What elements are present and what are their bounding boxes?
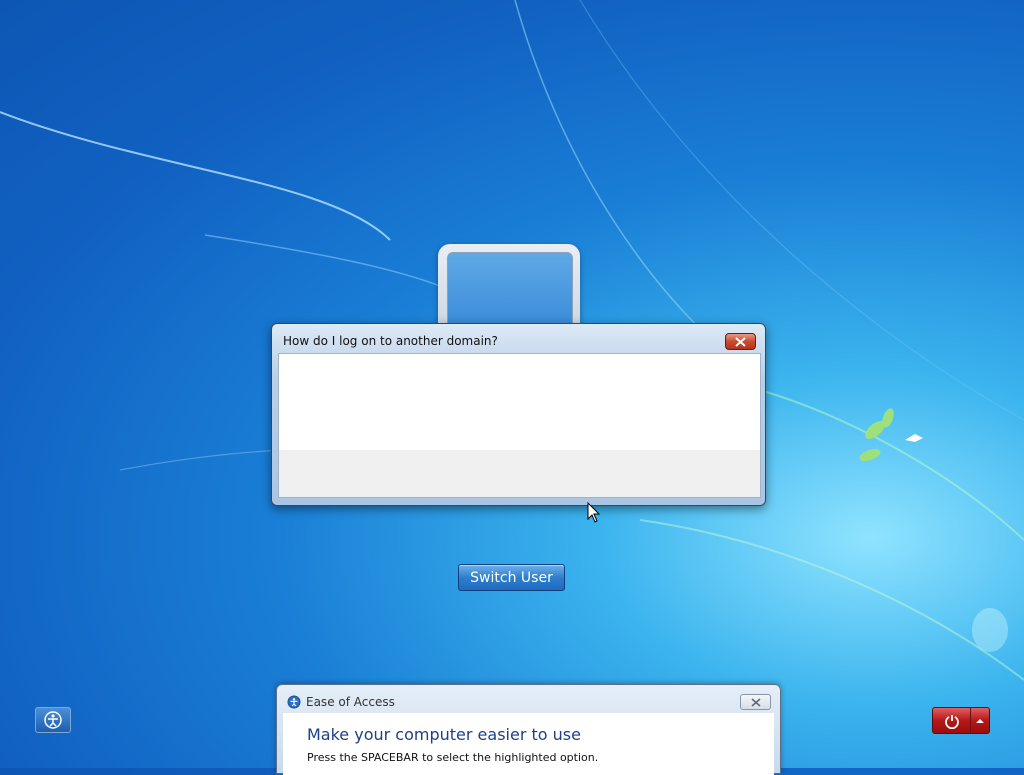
switch-user-button[interactable]: Switch User	[458, 564, 565, 591]
ease-of-access-button[interactable]	[35, 707, 71, 733]
dialog-title: How do I log on to another domain?	[283, 334, 498, 348]
dialog-close-button[interactable]	[725, 333, 756, 350]
ease-of-access-title: Ease of Access	[306, 695, 395, 709]
close-icon	[751, 697, 760, 707]
ease-of-access-icon	[44, 711, 62, 729]
ease-of-access-icon	[287, 695, 301, 709]
power-icon	[944, 714, 959, 729]
dialog-footer	[278, 450, 761, 498]
dialog-content	[278, 353, 761, 450]
chevron-up-icon	[976, 718, 984, 723]
help-dialog: How do I log on to another domain?	[271, 323, 766, 506]
power-controls	[932, 707, 990, 734]
ease-of-access-content: Make your computer easier to use Press t…	[283, 713, 774, 775]
mouse-cursor-icon	[587, 502, 601, 523]
ease-of-access-close-button[interactable]	[740, 694, 771, 710]
shutdown-button[interactable]	[933, 708, 971, 733]
shutdown-options-button[interactable]	[971, 708, 989, 733]
ease-of-access-instruction: Press the SPACEBAR to select the highlig…	[307, 751, 599, 764]
ease-of-access-panel: Ease of Access Make your computer easier…	[276, 684, 781, 775]
close-icon	[735, 336, 746, 347]
ease-of-access-heading: Make your computer easier to use	[307, 725, 581, 744]
